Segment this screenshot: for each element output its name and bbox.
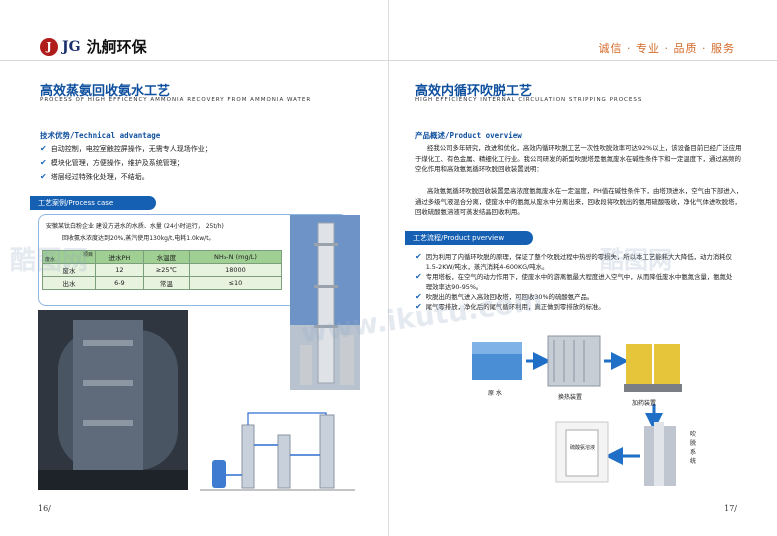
flow-graphics: [472, 335, 682, 486]
table-header: 水温度: [142, 250, 190, 264]
overview-paragraph-1: 经我公司多年研究，改进和优化，高效内循环吹脱工艺一次性吹脱效率可达92%以上，该…: [415, 144, 742, 174]
process-list: ✔ 因为利用了内循环吹脱的原理，保证了整个吹脱过程中热량的零损失，所以本工艺能耗大…: [415, 252, 735, 312]
right-page-title-en: HIGH EFFICIENCY INTERNAL CIRCULATION STR…: [415, 97, 643, 103]
table-row: 废水 12 ≥25℃ 18000: [42, 263, 283, 277]
overview-paragraph-2: 高效氨氮循环吹脱回收装置是高浓度氨氮废水在一定温度，PH值在碱性条件下，由塔顶进…: [415, 187, 743, 217]
logo-mark-icon: J: [40, 37, 58, 56]
label-stripping: 吹脱系统: [690, 431, 697, 465]
check-icon: ✔: [415, 302, 422, 311]
list-item: ✔ 模块化管理，方便操作，维护及系统管理；: [40, 156, 212, 170]
case-tag: 工艺案例/Process case: [30, 196, 156, 210]
stripping-tower-photo: [290, 215, 360, 390]
company-name: 氿舸环保: [86, 38, 147, 56]
label-dosing: 加药装置: [632, 400, 657, 407]
table-header: 进水PH: [95, 250, 144, 264]
check-icon: ✔: [415, 292, 422, 301]
logo-abbr: JG: [62, 38, 81, 55]
equipment-photo: [38, 310, 188, 490]
check-icon: ✔: [40, 172, 47, 181]
label-heat-exchanger: 换热装置: [558, 394, 583, 401]
case-line-1: 安徽某钛白粉企业 建设方进水的水质、水量 (24小时运行， 25t/h): [46, 223, 224, 230]
check-icon: ✔: [415, 272, 422, 281]
brochure-spread: J JG 氿舸环保 高效蒸氨回收氨水工艺 PROCESS OF HIGH EFF…: [0, 0, 777, 536]
check-icon: ✔: [415, 252, 422, 261]
right-page: 诚信 · 专业 · 品质 · 服务 高效内循环吹脱工艺 HIGH EFFICIE…: [389, 0, 777, 536]
slogan: 诚信 · 专业 · 品质 · 服务: [598, 42, 735, 55]
check-icon: ✔: [40, 158, 47, 167]
list-item: ✔ 尾气零排放，净化后的尾气循环利用，真正做到零排放的标准。: [415, 302, 605, 311]
company-logo: J JG 氿舸环保: [40, 36, 147, 57]
advantage-heading: 技术优势/Technical advantage: [40, 131, 161, 140]
process-diagram: [190, 405, 360, 500]
list-item: ✔ 因为利用了内循环吹脱的原理，保证了整个吹脱过程中热량的零损失，所以本工艺能耗大…: [415, 252, 732, 271]
case-line-2: 回收氨水浓度达到20%,蒸汽使用130kg/t,电耗1.0kw/t。: [62, 235, 215, 242]
water-quality-table: 项目 废水 进水PH 水温度 NH₃-N (mg/L) 废水 12 ≥25℃ 1…: [42, 250, 283, 290]
process-flow-diagram: 原 水 换热装置 加药装置 硫酸氨溶液 吹脱系统: [454, 330, 748, 490]
left-page-title-en: PROCESS OF HIGH EFFICENCY AMMONIA RECOVE…: [40, 97, 312, 103]
list-item: ✔ 吹脱出的氨气进入高效回收塔，可回收30%的硫酸氨产品。: [415, 292, 594, 301]
overview-heading: 产品概述/Product overview: [415, 131, 522, 140]
table-row: 出水 6-9 常温 ≤10: [42, 276, 283, 290]
page-number-right: 17/: [724, 504, 737, 513]
table-corner: 项目 废水: [42, 250, 96, 264]
list-item: ✔ 塔层经过特殊化处理，不结垢。: [40, 170, 212, 184]
page-number-left: 16/: [38, 504, 51, 513]
left-page: J JG 氿舸环保 高效蒸氨回收氨水工艺 PROCESS OF HIGH EFF…: [0, 0, 389, 536]
check-icon: ✔: [40, 144, 47, 153]
process-tag: 工艺流程/Product pverview: [405, 231, 533, 245]
list-item: ✔ 自动控制，电控室触控屏操作，无需专人现场作业；: [40, 142, 212, 156]
label-raw-water: 原 水: [488, 390, 502, 397]
list-item: ✔ 专用塔板，在空气的动力作用下，使废水中的游离氨最大程度进入空气中，从而降低废水…: [415, 272, 733, 291]
advantage-list: ✔ 自动控制，电控室触控屏操作，无需专人现场作业； ✔ 模块化管理，方便操作，维护及…: [40, 142, 212, 184]
label-product: 硫酸氨溶液: [570, 445, 596, 451]
table-header: NH₃-N (mg/L): [188, 250, 283, 264]
